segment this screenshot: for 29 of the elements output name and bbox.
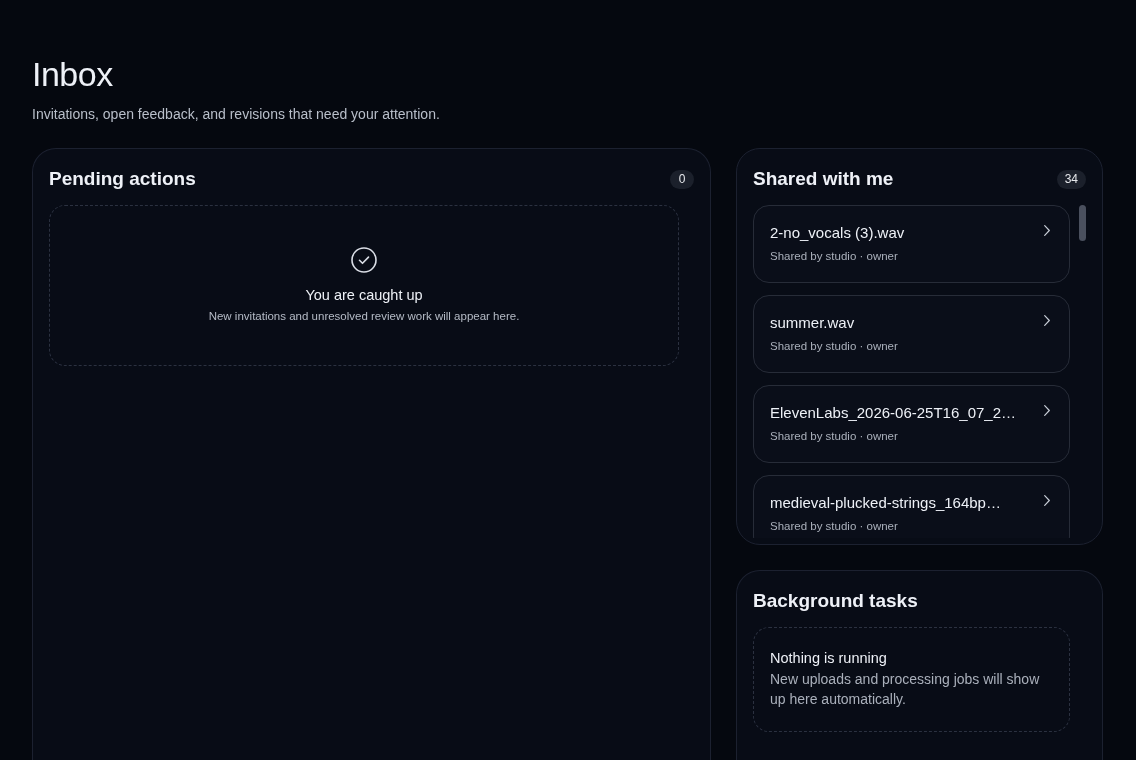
- empty-state-description: New uploads and processing jobs will show up here automatically.: [770, 670, 1041, 709]
- scrollbar-thumb[interactable]: [1079, 205, 1086, 241]
- chevron-right-icon: [1044, 225, 1050, 236]
- chevron-right-icon: [1044, 315, 1050, 326]
- shared-file-item[interactable]: summer.wav Shared by studio · owner: [753, 295, 1070, 373]
- empty-state-description: New invitations and unresolved review work will appear here.: [208, 309, 520, 324]
- card-title: Pending actions: [49, 167, 196, 191]
- shared-by-text: Shared by studio · owner: [770, 519, 898, 534]
- check-circle-icon: [351, 247, 377, 273]
- count-badge: 34: [1056, 169, 1086, 189]
- page-title: Inbox: [32, 54, 113, 94]
- card-title: Background tasks: [753, 589, 918, 613]
- empty-state-title: You are caught up: [305, 286, 423, 304]
- empty-state-title: Nothing is running: [770, 649, 887, 668]
- page-subtitle: Invitations, open feedback, and revisions that need your attention.: [32, 105, 440, 123]
- count-badge: 0: [670, 169, 694, 189]
- shared-file-item[interactable]: ElevenLabs_2026-06-25T16_07_2… Shared by studio · owner: [753, 385, 1070, 463]
- shared-by-text: Shared by studio · owner: [770, 339, 898, 354]
- chevron-right-icon: [1044, 405, 1050, 416]
- file-name: summer.wav: [770, 313, 855, 333]
- shared-file-item[interactable]: medieval-plucked-strings_164bp… Shared by studio · owner: [753, 475, 1070, 538]
- shared-by-text: Shared by studio · owner: [770, 249, 898, 264]
- shared-by-text: Shared by studio · owner: [770, 429, 898, 444]
- file-name: ElevenLabs_2026-06-25T16_07_2…: [770, 403, 1017, 423]
- shared-file-item[interactable]: 2-no_vocals (3).wav Shared by studio · owner: [753, 205, 1070, 283]
- file-name: medieval-plucked-strings_164bp…: [770, 493, 1001, 513]
- chevron-right-icon: [1044, 495, 1050, 506]
- card-title: Shared with me: [753, 167, 894, 191]
- file-name: 2-no_vocals (3).wav: [770, 223, 905, 243]
